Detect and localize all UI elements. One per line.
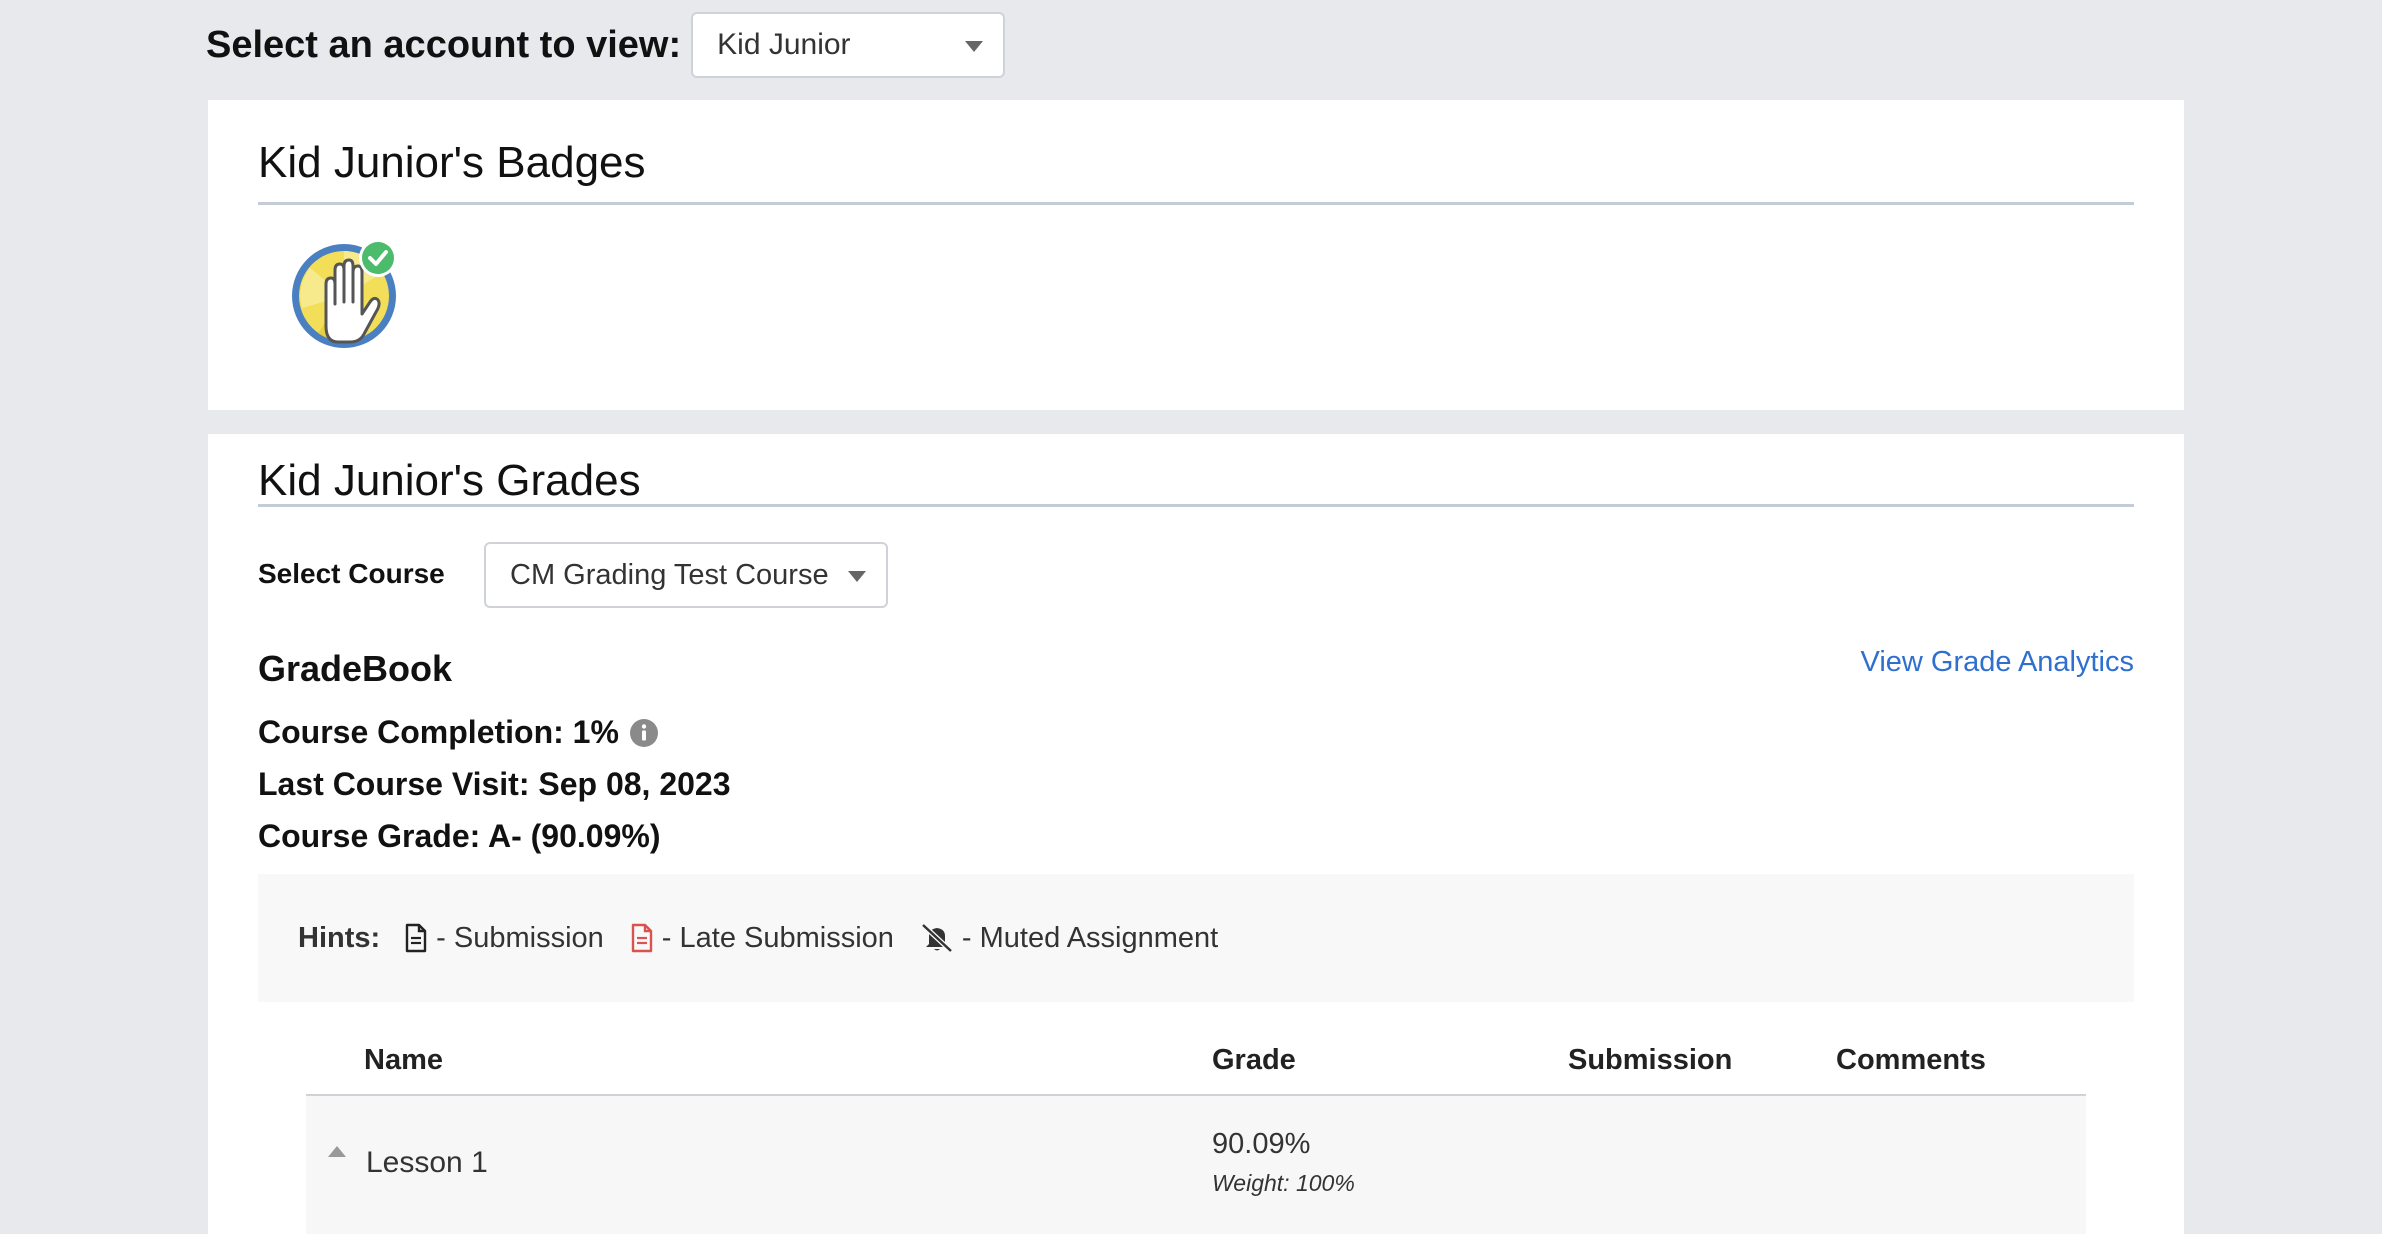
account-select-value: Kid Junior [717,28,851,61]
grades-divider [258,504,2134,507]
gradebook-title: GradeBook [258,648,453,689]
account-selector-bar: Select an account to view: Kid Junior [206,12,1006,78]
muted-bell-icon [921,923,953,953]
hint-muted-assignment: - Muted Assignment [920,922,1218,955]
course-select-label: Select Course [258,558,445,589]
hint-submission-text: - Submission [436,921,604,954]
hint-late-submission-text: - Late Submission [661,921,894,954]
hints-panel: Hints: - Submission - Late Submission - … [258,874,2134,1002]
grades-title: Kid Junior's Grades [258,456,641,505]
account-select-label: Select an account to view: [206,23,682,66]
course-completion-text: Course Completion: 1% [258,714,619,750]
grades-card: Kid Junior's Grades Select Course CM Gra… [208,434,2184,1234]
account-select[interactable]: Kid Junior [691,12,1006,78]
chevron-down-icon [965,41,984,52]
course-select-value: CM Grading Test Course [510,558,829,591]
lesson-weight: Weight: 100% [1212,1170,1355,1196]
course-grade: Course Grade: A- (90.09%) [258,818,661,854]
collapse-toggle-icon[interactable] [328,1146,346,1157]
badges-divider [258,202,2134,205]
late-document-icon [631,923,652,953]
badges-card: Kid Junior's Badges [208,100,2184,410]
grades-table-header: Name Grade Submission Comments [306,1034,2086,1096]
hint-submission: - Submission [404,922,604,955]
chevron-down-icon [848,571,866,582]
document-icon [405,923,427,953]
badges-title: Kid Junior's Badges [258,138,646,187]
hints-label: Hints: [298,921,381,954]
column-header-submission[interactable]: Submission [1568,1044,1732,1077]
view-grade-analytics-link[interactable]: View Grade Analytics [1861,646,2135,679]
lesson-grade: 90.09% [1212,1128,1311,1160]
column-header-grade[interactable]: Grade [1212,1044,1296,1077]
raised-hand-badge-icon[interactable] [288,238,400,350]
info-icon[interactable] [629,718,659,748]
last-course-visit: Last Course Visit: Sep 08, 2023 [258,766,731,802]
column-header-comments[interactable]: Comments [1836,1044,1986,1077]
course-select[interactable]: CM Grading Test Course [484,542,888,608]
course-completion: Course Completion: 1% [258,714,659,751]
table-row: Lesson 1 90.09% Weight: 100% [306,1096,2086,1234]
hint-late-submission: - Late Submission [630,922,894,955]
column-header-name[interactable]: Name [364,1044,443,1077]
lesson-name[interactable]: Lesson 1 [366,1146,488,1180]
hint-muted-assignment-text: - Muted Assignment [961,921,1219,954]
